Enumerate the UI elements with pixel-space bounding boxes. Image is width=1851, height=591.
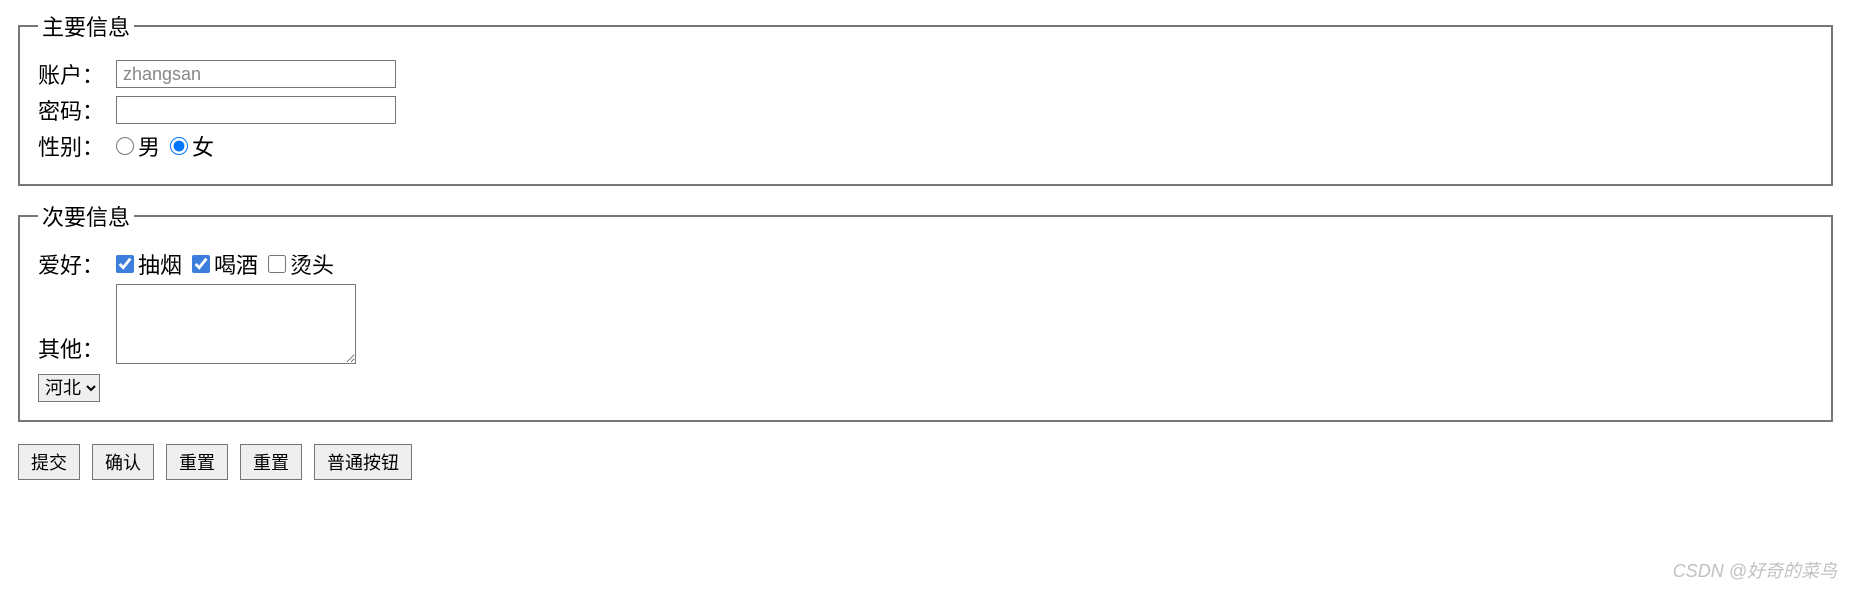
account-row: 账户： (38, 58, 1813, 90)
account-label: 账户： (38, 58, 116, 90)
gender-male-item[interactable]: 男 (116, 130, 160, 162)
gender-radio-group: 男 女 (116, 130, 214, 162)
gender-male-radio[interactable] (116, 137, 134, 155)
primary-info-legend: 主要信息 (38, 10, 134, 42)
hobby-perm-checkbox[interactable] (268, 255, 286, 273)
gender-label: 性别： (38, 130, 116, 162)
gender-female-radio[interactable] (170, 137, 188, 155)
province-select[interactable]: 河北 (38, 374, 100, 402)
hobby-row: 爱好： 抽烟 喝酒 烫头 (38, 248, 1813, 280)
account-input[interactable] (116, 60, 396, 88)
password-input[interactable] (116, 96, 396, 124)
password-label: 密码： (38, 94, 116, 126)
confirm-button[interactable]: 确认 (92, 444, 154, 480)
secondary-info-fieldset: 次要信息 爱好： 抽烟 喝酒 烫头 其他： (18, 200, 1833, 422)
normal-button[interactable]: 普通按钮 (314, 444, 412, 480)
hobby-smoke-checkbox[interactable] (116, 255, 134, 273)
hobby-label: 爱好： (38, 248, 116, 280)
reset-button-2[interactable]: 重置 (240, 444, 302, 480)
other-row: 其他： (38, 284, 1813, 364)
watermark-text: CSDN @好奇的菜鸟 (1673, 557, 1837, 583)
submit-button[interactable]: 提交 (18, 444, 80, 480)
hobby-smoke-item[interactable]: 抽烟 (116, 248, 182, 280)
province-row: 河北 (38, 368, 1813, 402)
password-row: 密码： (38, 94, 1813, 126)
hobby-drink-item[interactable]: 喝酒 (192, 248, 258, 280)
gender-female-label: 女 (192, 130, 214, 162)
hobby-perm-item[interactable]: 烫头 (268, 248, 334, 280)
reset-button-1[interactable]: 重置 (166, 444, 228, 480)
hobby-smoke-label: 抽烟 (138, 248, 182, 280)
secondary-info-legend: 次要信息 (38, 200, 134, 232)
hobby-drink-label: 喝酒 (214, 248, 258, 280)
other-label: 其他： (38, 332, 116, 364)
gender-female-item[interactable]: 女 (170, 130, 214, 162)
gender-row: 性别： 男 女 (38, 130, 1813, 162)
hobby-drink-checkbox[interactable] (192, 255, 210, 273)
other-textarea[interactable] (116, 284, 356, 364)
hobby-perm-label: 烫头 (290, 248, 334, 280)
gender-male-label: 男 (138, 130, 160, 162)
button-row: 提交 确认 重置 重置 普通按钮 (18, 444, 1833, 480)
primary-info-fieldset: 主要信息 账户： 密码： 性别： 男 女 (18, 10, 1833, 186)
hobby-checkbox-group: 抽烟 喝酒 烫头 (116, 248, 334, 280)
